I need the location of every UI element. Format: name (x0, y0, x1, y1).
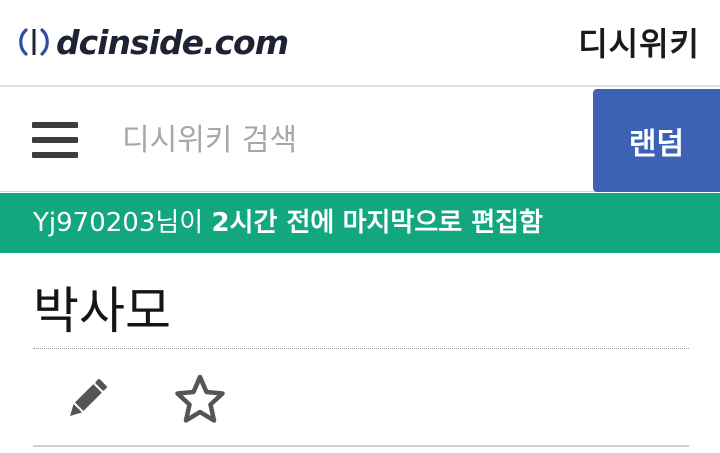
edit-action: 마지막으로 편집함 (342, 208, 543, 238)
search-bar: 랜덤 (0, 89, 720, 192)
last-edit-notice: Yj970203님이 2시간 전에 마지막으로 편집함 (0, 193, 720, 253)
pencil-icon (70, 379, 107, 416)
random-button[interactable]: 랜덤 (593, 89, 720, 192)
editor-suffix: 님이 (155, 208, 204, 238)
page-title: 박사모 (33, 282, 171, 340)
site-header: dcinside.com 디시위키 (0, 0, 720, 87)
editor-username[interactable]: Yj970203 (33, 208, 155, 238)
menu-line (32, 152, 78, 158)
edit-time: 2시간 전에 (211, 208, 335, 238)
section-divider (33, 445, 689, 447)
edit-button[interactable] (60, 372, 114, 426)
dcinside-logo-icon (19, 28, 49, 56)
star-icon (175, 374, 225, 423)
menu-line (32, 137, 78, 143)
title-divider (33, 348, 689, 349)
hamburger-menu-icon[interactable] (32, 120, 78, 160)
dcinside-logo[interactable]: dcinside.com (16, 22, 289, 62)
wiki-page: dcinside.com 디시위키 랜덤 Yj970203님이 2시간 전에 마… (0, 0, 720, 453)
favorite-button[interactable] (173, 372, 227, 426)
menu-line (32, 122, 78, 128)
site-title[interactable]: 디시위키 (578, 19, 700, 65)
search-input[interactable] (110, 111, 580, 169)
logo-text: dcinside.com (56, 22, 289, 62)
